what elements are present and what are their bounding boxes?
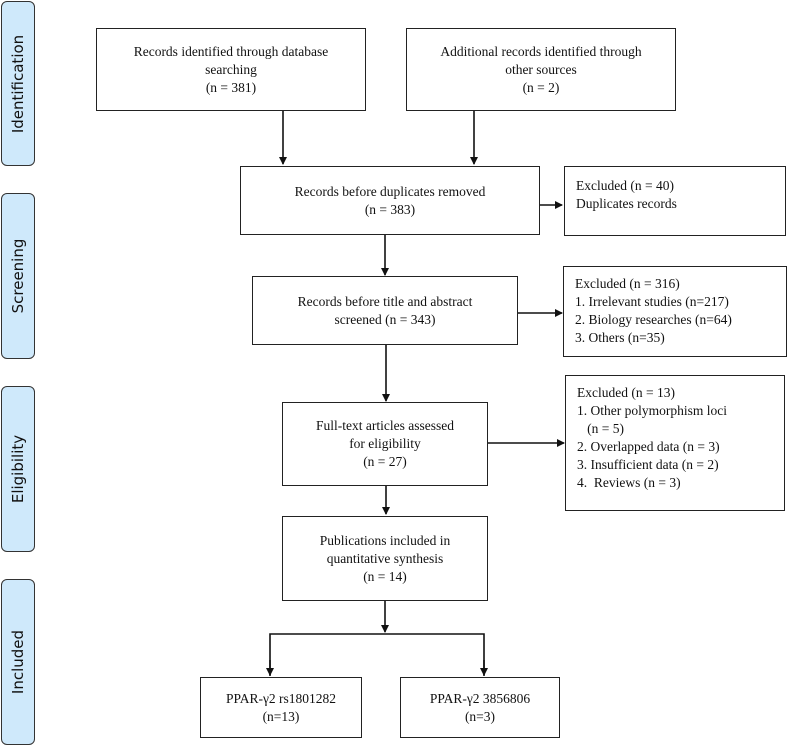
box-text-line: PPAR-γ2 3856806: [429, 690, 531, 706]
box-text-line: (n = 2): [522, 79, 560, 95]
box-text-line: 4. Reviews (n = 3): [577, 475, 681, 490]
box-text-line: 3. Others (n=35): [575, 330, 665, 345]
box-text-line: searching: [205, 61, 257, 77]
box-text-line: (n = 383): [364, 201, 416, 217]
box-text-line: Additional records identified through: [440, 43, 642, 59]
box-text-line: (n = 14): [363, 568, 407, 584]
box-text-line: Excluded (n = 13): [577, 385, 675, 400]
connectors: [266, 110, 565, 676]
box-before-duplicates: Records before duplicates removed (n = 3…: [240, 166, 540, 235]
box-text-line: 1. Other polymorphism loci: [577, 403, 727, 418]
box-text-line: Records before title and abstract: [297, 293, 473, 309]
box-text-line: 2. Overlapped data (n = 3): [577, 439, 720, 454]
box-text-line: other sources: [505, 61, 577, 77]
box-text-line: Full-text articles assessed: [316, 418, 454, 433]
box-text-line: Records identified through database: [133, 43, 329, 59]
split-connector: [269, 633, 485, 676]
box-full-text: Full-text articles assessed for eligibil…: [282, 402, 488, 486]
box-text-line: screened (n = 343): [334, 311, 436, 327]
box-text-line: quantitative synthesis: [326, 550, 444, 566]
box-database-search: Records identified through database sear…: [96, 28, 366, 111]
box-excluded-duplicates: Excluded (n = 40) Duplicates records: [564, 166, 786, 236]
box-excluded-title-abstract: Excluded (n = 316) 1. Irrelevant studies…: [563, 266, 787, 357]
box-text-line: for eligibility: [349, 436, 421, 451]
box-text-line: Duplicates records: [576, 196, 677, 211]
box-text-line: Publications included in: [319, 532, 451, 548]
box-publications-included: Publications included in quantitative sy…: [282, 516, 488, 601]
box-text-line: (n = 5): [577, 421, 624, 436]
box-text-line: Excluded (n = 316): [575, 276, 680, 291]
box-before-title-abstract: Records before title and abstract screen…: [252, 276, 518, 345]
box-rs1801282: PPAR-γ2 rs1801282 (n=13): [200, 677, 362, 738]
box-text-line: (n = 27): [363, 454, 407, 469]
box-text-line: PPAR-γ2 rs1801282: [225, 690, 337, 706]
box-text-line: (n=13): [262, 708, 300, 724]
box-other-sources: Additional records identified through ot…: [406, 28, 676, 111]
box-text-line: 1. Irrelevant studies (n=217): [575, 294, 729, 309]
box-text-line: 3. Insufficient data (n = 2): [577, 457, 719, 472]
box-text-line: Records before duplicates removed: [294, 183, 486, 199]
box-text-line: (n=3): [464, 708, 496, 724]
box-text-line: 2. Biology researches (n=64): [575, 312, 732, 327]
box-text-line: (n = 381): [205, 79, 257, 95]
box-excluded-full-text: Excluded (n = 13) 1. Other polymorphism …: [565, 375, 785, 511]
box-rs3856806: PPAR-γ2 3856806 (n=3): [400, 677, 560, 738]
box-text-line: Excluded (n = 40): [576, 178, 674, 193]
